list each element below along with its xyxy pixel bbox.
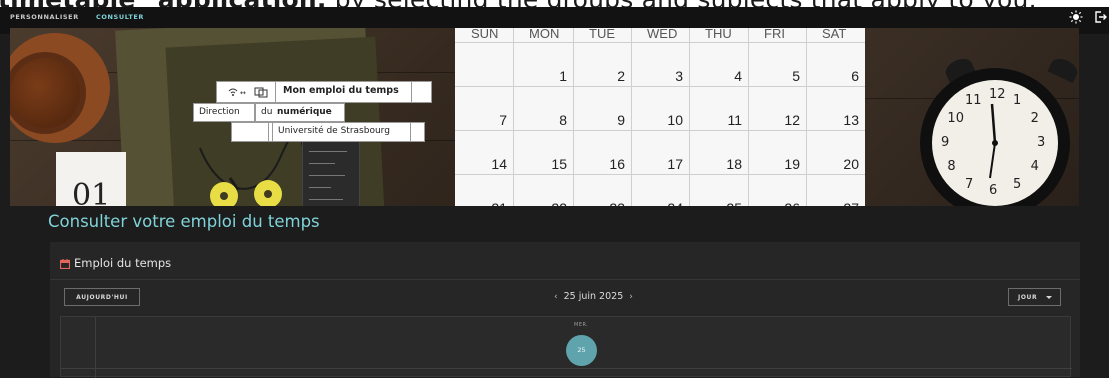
calendar-date-number: 25 [712, 200, 742, 206]
yellow-badge-image [210, 182, 238, 206]
logo-direction: Direction [199, 107, 240, 117]
logo-university-box: Université de Strasbourg [231, 122, 425, 142]
schedule-title: Emploi du temps [74, 256, 172, 270]
calendar-grid-line [806, 28, 807, 206]
calendar-grid-line [631, 28, 632, 206]
calendar-grid-line [573, 28, 574, 206]
clock-number: 4 [1030, 159, 1039, 174]
svg-text:↔: ↔ [240, 89, 246, 97]
calendar-date-number: 24 [653, 200, 683, 206]
calendar-date-number: 5 [792, 68, 800, 84]
calendar-date-number: 3 [675, 68, 683, 84]
yellow-badge-image [254, 180, 282, 206]
today-button[interactable]: AUJOURD'HUI [64, 288, 140, 306]
calendar-day-header: WED [647, 28, 678, 41]
clock-number: 11 [965, 93, 982, 109]
calendar-date-number: 11 [727, 112, 742, 128]
calendar-icon [60, 259, 70, 269]
next-day-button[interactable]: › [623, 292, 639, 302]
calendar-date-number: 16 [609, 156, 625, 172]
calendar-day-header: SUN [471, 28, 499, 41]
calendar-day-header: MON [529, 28, 560, 41]
clock-number: 7 [965, 176, 974, 192]
logo-du: du [261, 107, 273, 117]
wall-calendar-image: SUN MON TUE WED THU FRI SAT 1 2 3 4 5 6 7 8 9 10 11 12 13 14… [455, 28, 865, 206]
date-navigator: ‹ 25 juin 2025 › [548, 291, 639, 302]
alarm-clock-image: 10 11 12 1 2 3 4 5 6 7 8 9 [920, 68, 1070, 206]
calendar-date-number: 18 [726, 156, 742, 172]
calendar-grid-line [455, 86, 865, 87]
clock-number: 10 [947, 111, 964, 126]
calendar-date-number: 9 [617, 112, 625, 128]
calendar-date-number: 1 [559, 68, 567, 84]
calendar-grid-line [689, 28, 690, 206]
calendar-grid-line [455, 42, 865, 43]
day-number-badge[interactable]: 25 [566, 335, 597, 366]
calendar-date-number: 20 [843, 156, 859, 172]
calendar-date-number: 17 [667, 156, 683, 172]
wifi-icon: ↔ [228, 87, 268, 98]
number-card-image: 01 [56, 152, 126, 206]
calendar-date-number: 10 [667, 112, 683, 128]
calendar-date-number: 27 [829, 200, 859, 206]
weekday-label: MER. [574, 322, 589, 328]
calendar-date-number: 12 [784, 112, 800, 128]
calendar-date-number: 23 [595, 200, 625, 206]
day-grid[interactable]: MER. 25 [60, 316, 1072, 378]
calendar-date-number: 7 [499, 112, 507, 128]
logo-university: Université de Strasbourg [278, 126, 390, 136]
grid-line [61, 368, 1072, 369]
hero-banner: 01 ↔ Mon emploi du temps Direction du nu… [10, 28, 1079, 206]
view-select-button[interactable]: JOUR [1008, 288, 1061, 306]
schedule-card: Emploi du temps AUJOURD'HUI ‹ 25 juin 202… [50, 242, 1080, 378]
calendar-date-number: 6 [851, 68, 859, 84]
calendar-grid-line [455, 174, 865, 175]
schedule-card-header: Emploi du temps [50, 242, 1080, 279]
tab-personnaliser[interactable]: PERSONNALISER [10, 13, 79, 21]
caret-down-icon [1046, 296, 1052, 299]
sun-icon[interactable] [1069, 10, 1083, 24]
clock-number: 3 [1037, 135, 1046, 150]
calendar-date-number: 14 [491, 156, 507, 172]
clock-number: 1 [1013, 93, 1022, 109]
calendar-grid-line [513, 28, 514, 206]
current-date: 25 juin 2025 [563, 291, 624, 302]
logo-numerique-box: du numérique [255, 103, 345, 122]
calendar-day-header: THU [705, 28, 732, 41]
clock-number: 6 [989, 183, 998, 198]
prev-day-button[interactable]: ‹ [548, 292, 564, 302]
clock-number: 5 [1013, 176, 1022, 192]
divider [50, 279, 1080, 280]
calendar-date-number: 19 [784, 156, 800, 172]
clock-number: 2 [1030, 111, 1039, 126]
calendar-date-number: 13 [843, 112, 859, 128]
calendar-day-header: SAT [822, 28, 847, 41]
calendar-date-number: 22 [537, 200, 567, 206]
calendar-date-number: 2 [617, 68, 625, 84]
tab-consulter[interactable]: CONSULTER [96, 13, 144, 21]
calendar-date-number: 4 [734, 68, 742, 84]
calendar-grid-line [748, 28, 749, 206]
calendar-grid-line [455, 130, 865, 131]
logo-numerique: numérique [277, 107, 332, 117]
clock-number: 12 [989, 87, 1006, 102]
calendar-day-header: FRI [764, 28, 785, 41]
app-logo: ↔ Mon emploi du temps [216, 81, 432, 103]
clock-number: 9 [941, 135, 950, 150]
calendar-date-number: 15 [551, 156, 567, 172]
card-number: 01 [72, 178, 111, 206]
view-select-label: JOUR [1018, 294, 1038, 301]
clock-dial: 10 11 12 1 2 3 4 5 6 7 8 9 [932, 80, 1058, 206]
calendar-date-number: 8 [559, 112, 567, 128]
page-title: Consulter votre emploi du temps [48, 212, 320, 231]
logout-icon[interactable] [1093, 10, 1107, 24]
app-name: Mon emploi du temps [283, 85, 399, 96]
calendar-date-number: 21 [477, 200, 507, 206]
logo-direction-box: Direction [193, 103, 255, 122]
clock-number: 8 [947, 159, 956, 174]
calendar-date-number: 26 [770, 200, 800, 206]
calendar-day-header: TUE [589, 28, 615, 41]
